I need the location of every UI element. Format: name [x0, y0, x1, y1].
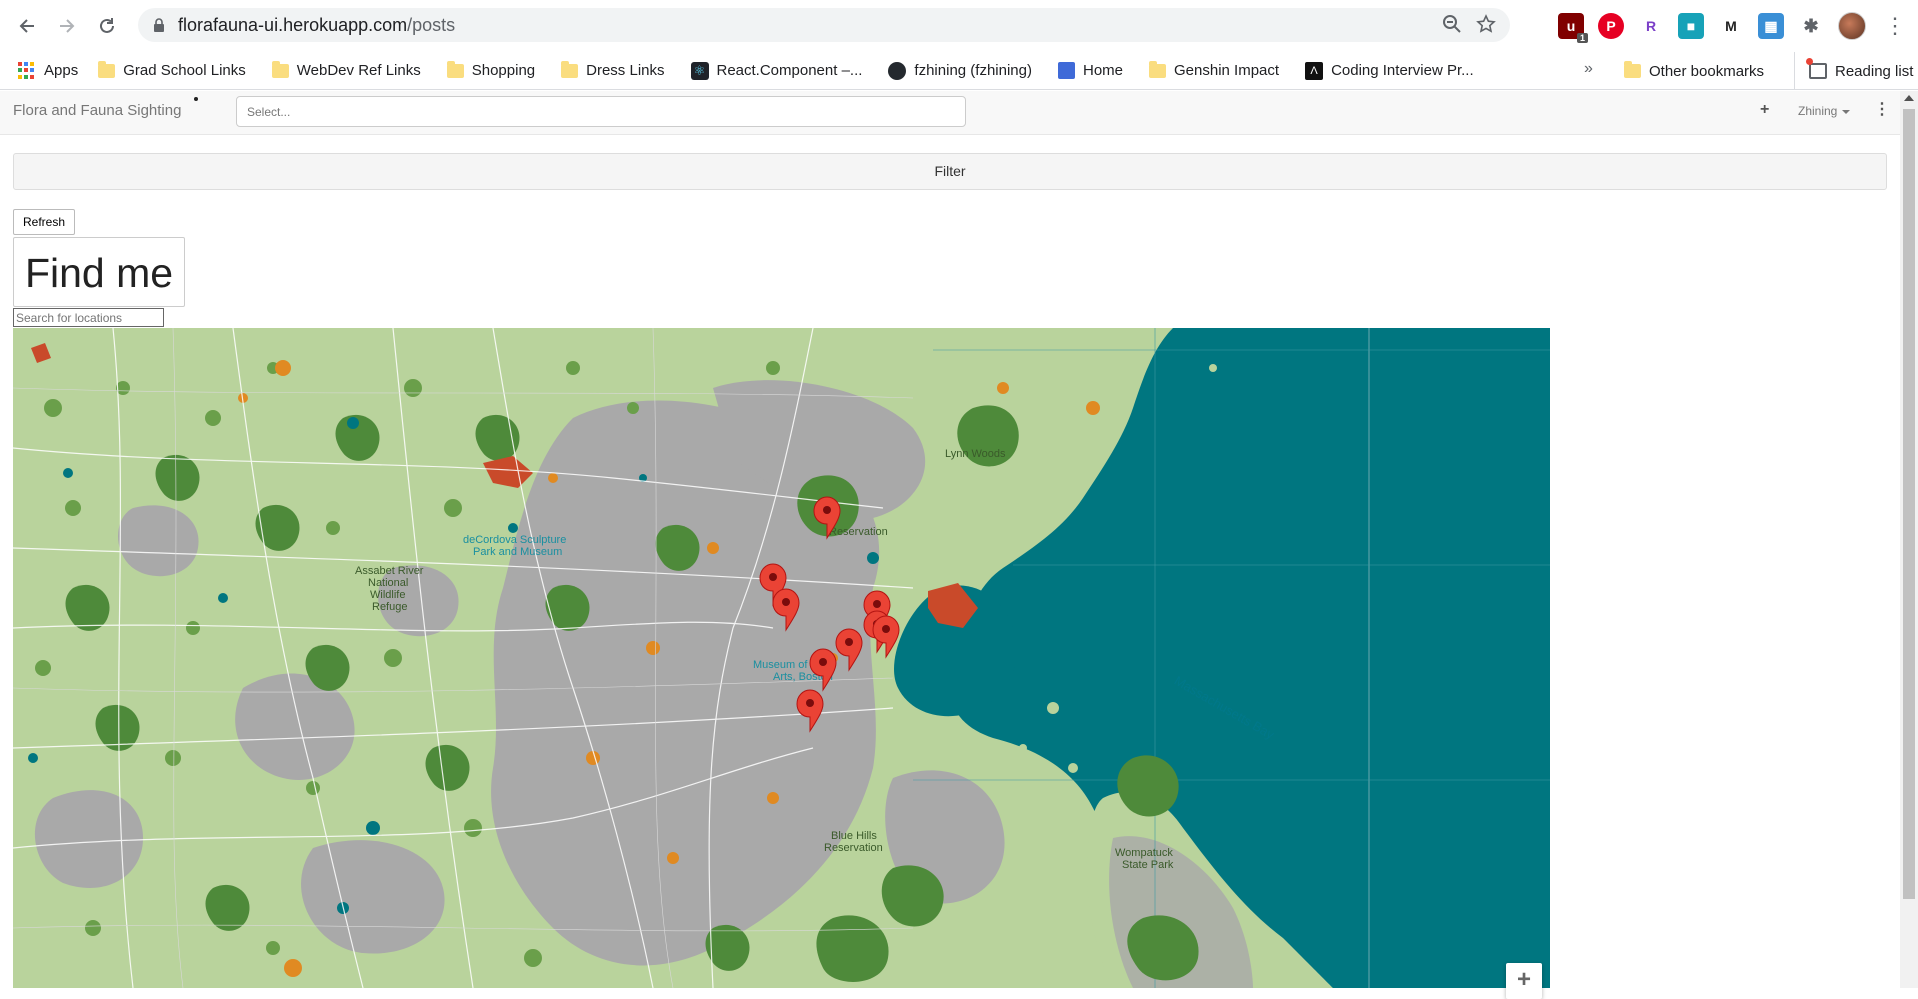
browser-menu-icon[interactable]: ⋮ [1884, 13, 1906, 39]
r-extension-icon[interactable]: R [1638, 13, 1664, 39]
folder-icon [98, 60, 116, 78]
bookmark-genshin-impact[interactable]: Genshin Impact [1149, 60, 1280, 79]
app-brand[interactable]: Flora and Fauna Sighting [13, 102, 181, 119]
folder-icon [1149, 60, 1166, 78]
bookmark-label: Other bookmarks [1649, 62, 1765, 80]
react-icon: ⚛ [690, 61, 709, 80]
map-label-mfa: Museum of Fine [753, 659, 832, 671]
reload-icon [100, 18, 114, 33]
folder-icon [446, 60, 464, 78]
browser-toolbar: florafauna-ui.herokuapp.com/posts u 1 P … [0, 0, 1918, 52]
extensions-puzzle-icon[interactable]: ✱ [1798, 13, 1824, 39]
map-label-fells: Reservation [829, 526, 888, 538]
image-extension-icon[interactable]: ▦ [1758, 13, 1784, 39]
map-label-assabet-3: Wildlife [370, 589, 406, 601]
cursor-dot [194, 97, 198, 101]
reading-list-icon [1806, 58, 1827, 79]
bookmarks-overflow-chevron-icon[interactable]: » [1584, 60, 1593, 78]
bookmark-apps[interactable]: Apps [18, 61, 79, 80]
folder-icon [1624, 61, 1641, 78]
lock-icon [150, 16, 168, 34]
apps-grid-icon [18, 61, 36, 80]
bookmark-label: Apps [44, 62, 79, 79]
bookmark-fzhining-github[interactable]: fzhining (fzhining) [888, 61, 1032, 80]
user-dropdown[interactable]: Zhining [1798, 104, 1850, 118]
map-label-decordova-2: Park and Museum [473, 546, 563, 558]
bookmark-dress-links[interactable]: Dress Links [561, 60, 665, 79]
profile-avatar[interactable] [1838, 12, 1866, 40]
back-arrow-icon [19, 19, 34, 33]
url-text: florafauna-ui.herokuapp.com/posts [178, 15, 455, 36]
refresh-button[interactable]: Refresh [13, 209, 76, 235]
bookmark-label: Grad School Links [123, 62, 246, 79]
species-select[interactable]: Select... [236, 96, 966, 127]
reading-list-label: Reading list [1835, 62, 1914, 80]
bookmark-grad-school-links[interactable]: Grad School Links [98, 60, 246, 79]
leetcode-icon: Λ [1305, 61, 1324, 80]
add-post-button[interactable]: + [1760, 101, 1769, 119]
map-label-wompatuck: Wompatuck [1115, 847, 1173, 859]
url-path: /posts [407, 14, 456, 35]
map-label-assabet-2: National [368, 577, 409, 589]
bookmark-home[interactable]: Home [1057, 62, 1123, 79]
back-button[interactable] [14, 13, 40, 39]
folder-icon [561, 60, 579, 78]
app-navbar: Flora and Fauna Sighting Select... + Zhi… [0, 91, 1900, 135]
bookmark-label: fzhining (fzhining) [914, 62, 1032, 79]
map-label-blue-hills-2: Reservation [824, 842, 883, 854]
reload-button[interactable] [94, 13, 120, 39]
more-options-icon[interactable]: ⋮ [1874, 99, 1890, 119]
scrollbar-thumb[interactable] [1903, 109, 1915, 899]
location-search-input[interactable] [13, 308, 164, 327]
forward-arrow-icon [60, 19, 75, 33]
map-zoom-in-button[interactable]: + [1506, 963, 1542, 999]
forward-button[interactable] [54, 13, 80, 39]
reading-list-button[interactable]: Reading list [1794, 52, 1913, 90]
map-label-wompatuck-2: State Park [1122, 859, 1174, 871]
bookmark-other-bookmarks[interactable]: Other bookmarks [1624, 52, 1764, 90]
bookmark-label: React.Component –... [716, 62, 863, 79]
map-label-assabet: Assabet River [355, 565, 424, 577]
ublock-extension-icon[interactable]: u 1 [1558, 13, 1588, 43]
bookmark-shopping[interactable]: Shopping [446, 60, 536, 79]
map-tiles [13, 328, 1550, 988]
zoom-icon[interactable] [1442, 14, 1462, 40]
sightings-map[interactable]: Lynn Woods deCordova Sculpture Park and … [13, 328, 1550, 988]
bookmark-webdev-ref-links[interactable]: WebDev Ref Links [271, 60, 421, 79]
find-me-button[interactable]: Find me [13, 237, 185, 307]
bookmark-star-icon[interactable] [1476, 14, 1496, 40]
m-extension-icon[interactable]: M [1718, 13, 1744, 39]
web-page: Flora and Fauna Sighting Select... + Zhi… [0, 91, 1900, 988]
map-label-mfa-2: Arts, Boston [773, 671, 833, 683]
bookmark-react-component[interactable]: ⚛ React.Component –... [690, 61, 863, 80]
map-label-assabet-4: Refuge [372, 601, 408, 613]
bookmark-coding-interview[interactable]: Λ Coding Interview Pr... [1305, 61, 1474, 80]
url-host: florafauna-ui.herokuapp.com [178, 14, 408, 35]
bookmark-label: Shopping [471, 62, 536, 79]
filter-button[interactable]: Filter [13, 153, 1887, 190]
map-label-lynn-woods: Lynn Woods [945, 448, 1006, 460]
reader-extension-icon[interactable]: ■ [1678, 13, 1704, 39]
pinterest-extension-icon[interactable]: P [1598, 13, 1624, 39]
bookmark-label: Home [1082, 62, 1123, 79]
extension-badge: 1 [1576, 33, 1588, 43]
folder-icon [271, 60, 289, 78]
bookmark-label: Dress Links [586, 62, 665, 79]
map-label-blue-hills: Blue Hills [831, 830, 877, 842]
bookmark-label: WebDev Ref Links [296, 62, 421, 79]
address-bar[interactable]: florafauna-ui.herokuapp.com/posts [138, 8, 1510, 42]
bookmark-label: Genshin Impact [1174, 62, 1280, 79]
github-icon [888, 61, 907, 80]
page-scrollbar[interactable] [1900, 91, 1918, 988]
bookmark-label: Coding Interview Pr... [1331, 62, 1474, 79]
bookmarks-bar: Apps Grad School Links WebDev Ref Links … [0, 52, 1918, 90]
select-placeholder: Select... [247, 105, 291, 119]
scroll-up-arrow-icon[interactable] [1904, 95, 1914, 101]
bookmark-page-icon [1057, 62, 1075, 79]
map-label-decordova: deCordova Sculpture [463, 534, 567, 546]
